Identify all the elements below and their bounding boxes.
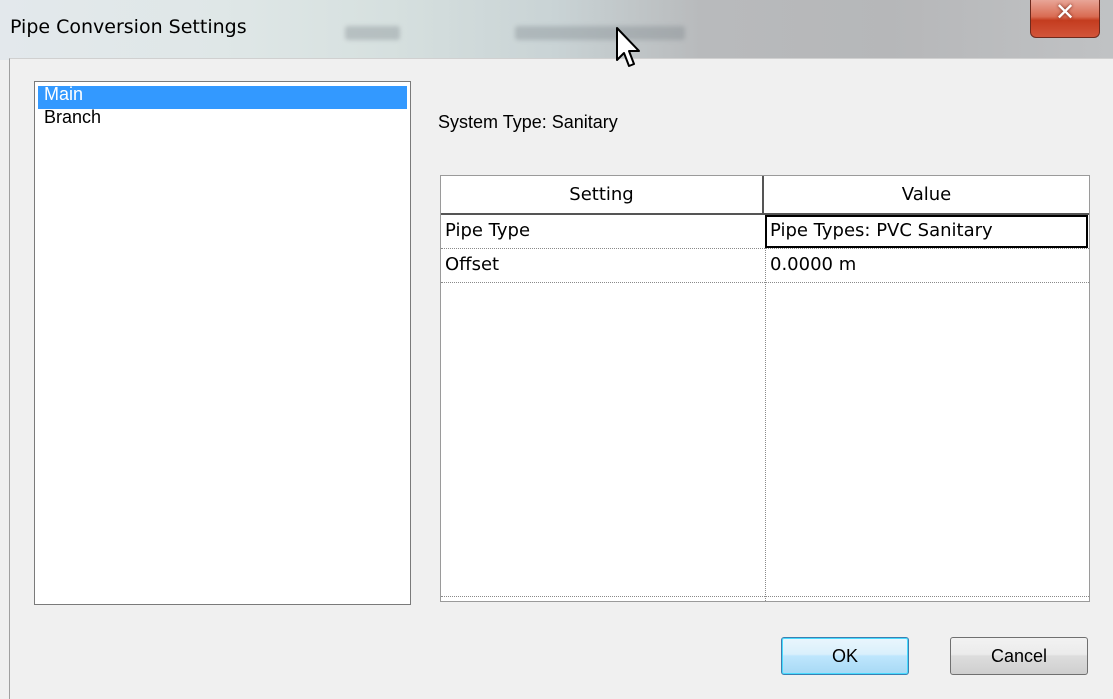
ok-button[interactable]: OK — [781, 637, 909, 675]
category-list[interactable]: Main Branch — [34, 81, 411, 605]
pipe-conversion-settings-dialog: Pipe Conversion Settings ✕ Main Branch S… — [0, 0, 1113, 699]
cancel-button[interactable]: Cancel — [950, 637, 1088, 675]
background-blur — [515, 26, 685, 40]
background-blur — [345, 26, 400, 40]
window-title: Pipe Conversion Settings — [10, 16, 247, 38]
settings-grid: Setting Value Pipe Type Pipe Types: PVC … — [440, 175, 1090, 602]
close-icon: ✕ — [1054, 0, 1076, 26]
list-item-branch[interactable]: Branch — [38, 108, 407, 132]
system-type-label: System Type: Sanitary — [438, 112, 618, 132]
grid-row-offset: Offset 0.0000 m — [441, 249, 1089, 283]
setting-cell[interactable]: Pipe Type — [441, 215, 765, 248]
column-header-setting[interactable]: Setting — [441, 176, 764, 213]
close-button[interactable]: ✕ — [1030, 0, 1100, 38]
grid-row-pipe-type: Pipe Type Pipe Types: PVC Sanitary — [441, 215, 1089, 249]
list-item-main[interactable]: Main — [38, 85, 407, 109]
title-bar[interactable]: Pipe Conversion Settings ✕ — [0, 0, 1113, 60]
value-cell[interactable]: 0.0000 m — [766, 249, 1089, 282]
mouse-cursor-icon — [616, 27, 640, 67]
grid-header: Setting Value — [441, 176, 1089, 215]
value-cell[interactable]: Pipe Types: PVC Sanitary — [765, 215, 1088, 248]
setting-cell[interactable]: Offset — [441, 249, 765, 282]
column-header-value[interactable]: Value — [764, 176, 1089, 213]
grid-bottom-line — [441, 596, 1089, 597]
